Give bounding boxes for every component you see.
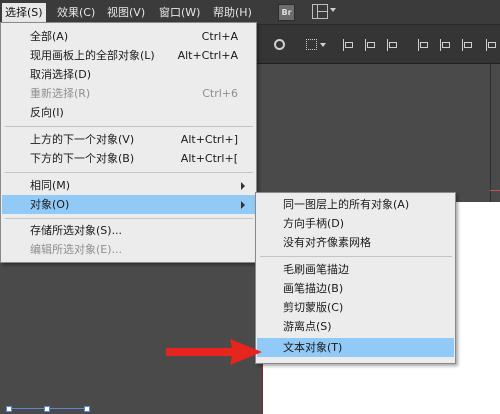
menu-item-label: 存储所选对象(S)...	[30, 224, 123, 237]
distribute-icon[interactable]	[486, 39, 498, 51]
submenu-item-bristle-brush-strokes[interactable]: 毛刷画笔描边	[257, 260, 454, 279]
menu-separator	[5, 126, 253, 127]
menu-item-save-selection[interactable]: 存储所选对象(S)...	[2, 221, 256, 240]
align-vertical-center-icon[interactable]	[440, 39, 452, 51]
align-top-icon[interactable]	[418, 39, 430, 51]
menu-separator	[5, 218, 253, 219]
menu-item-object[interactable]: 对象(O)	[2, 195, 256, 214]
menu-item-label: 现用画板上的全部对象(L)	[30, 49, 155, 62]
menu-separator	[5, 172, 253, 173]
menu-item-all-on-artboard[interactable]: 现用画板上的全部对象(L) Alt+Ctrl+A	[2, 46, 256, 65]
menu-item-label: 取消选择(D)	[30, 68, 92, 81]
menu-item-inverse[interactable]: 反向(I)	[2, 103, 256, 122]
artboard-top-edge	[490, 190, 500, 191]
align-bottom-icon[interactable]	[462, 39, 474, 51]
selection-handle[interactable]	[44, 406, 50, 412]
menu-item-label: 方向手柄(D)	[283, 217, 345, 230]
menu-item-label: 画笔描边(B)	[283, 282, 344, 295]
menu-item-same[interactable]: 相同(M)	[2, 176, 256, 195]
menu-item-label: 同一图层上的所有对象(A)	[283, 198, 410, 211]
submenu-item-all-on-same-layer[interactable]: 同一图层上的所有对象(A)	[257, 195, 454, 214]
submenu-item-direction-handles[interactable]: 方向手柄(D)	[257, 214, 454, 233]
menu-item-label: 全部(A)	[30, 30, 69, 43]
chevron-down-icon[interactable]	[330, 8, 336, 12]
menu-item-label: 毛刷画笔描边	[283, 263, 349, 276]
submenu-item-clipping-masks[interactable]: 剪切蒙版(C)	[257, 298, 454, 317]
workspace-layout-icon[interactable]	[312, 4, 328, 19]
menu-item-shortcut: Alt+Ctrl+[	[180, 152, 238, 165]
menu-item-label: 游离点(S)	[283, 320, 332, 333]
menu-item-shortcut: Ctrl+6	[202, 87, 238, 100]
menu-help[interactable]: 帮助(H)	[210, 4, 255, 21]
submenu-item-stray-points[interactable]: 游离点(S)	[257, 317, 454, 336]
menu-item-label: 对象(O)	[30, 198, 70, 211]
menu-item-shortcut: Ctrl+A	[201, 30, 238, 43]
menu-item-shortcut: Alt+Ctrl+]	[180, 133, 238, 146]
annotation-arrow-icon	[166, 339, 262, 365]
submenu-arrow-icon	[241, 201, 245, 209]
menu-item-label: 下方的下一个对象(B)	[30, 152, 135, 165]
menu-item-reselect: 重新选择(R) Ctrl+6	[2, 84, 256, 103]
object-submenu: 同一图层上的所有对象(A) 方向手柄(D) 没有对齐像素网格 毛刷画笔描边 画笔…	[255, 192, 456, 364]
selection-handle[interactable]	[84, 406, 90, 412]
select-menu-dropdown: 全部(A) Ctrl+A 现用画板上的全部对象(L) Alt+Ctrl+A 取消…	[0, 22, 257, 263]
menu-item-label: 相同(M)	[30, 179, 71, 192]
align-to-selection-icon[interactable]	[306, 39, 317, 50]
align-left-icon[interactable]	[343, 39, 355, 51]
submenu-item-brush-strokes[interactable]: 画笔描边(B)	[257, 279, 454, 298]
menu-separator	[260, 256, 452, 257]
menu-item-shortcut: Alt+Ctrl+A	[177, 49, 238, 62]
recolor-icon[interactable]	[274, 39, 285, 50]
align-right-icon[interactable]	[387, 39, 399, 51]
menu-item-next-object-below[interactable]: 下方的下一个对象(B) Alt+Ctrl+[	[2, 149, 256, 168]
menu-item-next-object-above[interactable]: 上方的下一个对象(V) Alt+Ctrl+]	[2, 130, 256, 149]
align-horizontal-center-icon[interactable]	[365, 39, 377, 51]
submenu-item-text-objects[interactable]: 文本对象(T)	[257, 338, 454, 357]
chevron-down-icon[interactable]	[320, 43, 326, 47]
menu-item-select-all[interactable]: 全部(A) Ctrl+A	[2, 27, 256, 46]
menu-select[interactable]: 选择(S)	[2, 3, 46, 22]
menu-window[interactable]: 窗口(W)	[156, 4, 203, 21]
menu-item-label: 反向(I)	[30, 106, 64, 119]
menu-item-label: 上方的下一个对象(V)	[30, 133, 135, 146]
menu-item-label: 重新选择(R)	[30, 87, 91, 100]
selection-handle[interactable]	[6, 406, 12, 412]
menu-item-label: 文本对象(T)	[283, 341, 343, 354]
submenu-item-not-aligned-to-pixel-grid[interactable]: 没有对齐像素网格	[257, 233, 454, 252]
submenu-arrow-icon	[241, 182, 245, 190]
menu-item-edit-selection: 编辑所选对象(E)...	[2, 240, 256, 259]
menu-item-label: 剪切蒙版(C)	[283, 301, 344, 314]
menu-effect[interactable]: 效果(C)	[54, 4, 98, 21]
menu-view[interactable]: 视图(V)	[104, 4, 148, 21]
canvas-divider	[490, 63, 491, 202]
bridge-icon[interactable]: Br	[278, 4, 295, 21]
menu-item-deselect[interactable]: 取消选择(D)	[2, 65, 256, 84]
menu-item-label: 编辑所选对象(E)...	[30, 243, 123, 256]
menu-item-label: 没有对齐像素网格	[283, 236, 371, 249]
